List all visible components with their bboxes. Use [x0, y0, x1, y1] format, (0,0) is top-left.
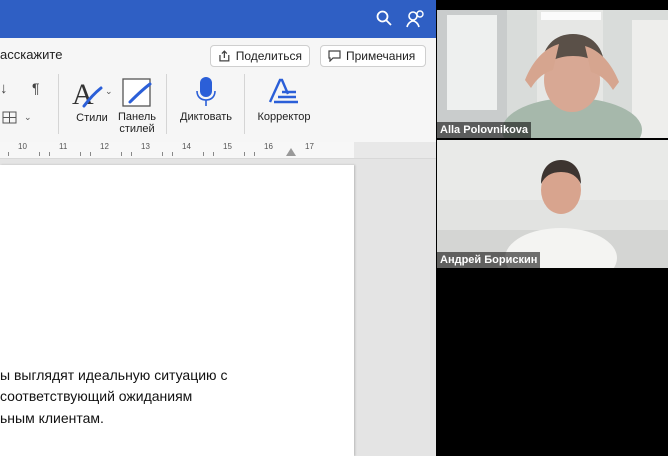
search-icon[interactable] — [376, 10, 392, 31]
divider — [58, 74, 59, 134]
participant-video — [437, 140, 668, 268]
microphone-icon[interactable] — [196, 76, 216, 113]
ribbon-toolbar — [0, 72, 436, 143]
video-tile-alla[interactable]: Alla Polovnikova — [437, 10, 668, 138]
ruler-tick — [213, 152, 214, 156]
ruler-tick — [39, 152, 40, 156]
document-page[interactable]: ы выглядят идеальную ситуацию с соответс… — [0, 165, 354, 456]
share-icon — [219, 50, 230, 62]
share-button[interactable]: Поделиться — [210, 45, 310, 67]
tell-me-field[interactable]: асскажите — [0, 47, 62, 62]
chevron-down-icon[interactable]: ⌄ — [24, 112, 32, 123]
styles-pane-icon[interactable] — [122, 78, 154, 113]
participant-name: Alla Polovnikova — [437, 122, 532, 138]
ruler-tick — [254, 152, 255, 156]
word-window: асскажите Поделиться Примечания ↓ ¶ ⌄ A … — [0, 0, 436, 456]
editor-label: Корректор — [257, 111, 311, 123]
comment-icon — [328, 50, 341, 62]
ruler[interactable]: 10 11 12 13 14 15 16 17 — [0, 142, 354, 159]
ruler-number: 17 — [305, 142, 314, 151]
sort-icon[interactable]: ↓ — [0, 80, 8, 97]
styles-pane-label-line1: Панель — [117, 111, 156, 123]
editor-icon[interactable] — [266, 76, 300, 113]
ruler-tick — [172, 152, 173, 156]
divider — [166, 74, 167, 134]
ruler-tick — [90, 152, 91, 156]
chevron-down-icon[interactable]: ⌄ — [105, 86, 113, 97]
ruler-tick — [162, 152, 163, 156]
styles-label: Стили — [76, 112, 108, 124]
share-label: Поделиться — [235, 49, 302, 63]
document-line: ьным клиентам. — [0, 410, 104, 426]
video-tile-andrey[interactable]: Андрей Борискин — [437, 140, 668, 268]
ruler-margin — [354, 142, 436, 159]
share-people-icon[interactable] — [406, 10, 426, 33]
ruler-tick — [244, 152, 245, 156]
title-bar — [0, 0, 436, 38]
ruler-number: 11 — [59, 142, 68, 151]
indent-marker[interactable] — [286, 148, 296, 156]
participant-name: Андрей Борискин — [437, 252, 541, 268]
ruler-number: 15 — [223, 142, 232, 151]
ruler-number: 16 — [264, 142, 273, 151]
dictate-label: Диктовать — [180, 111, 232, 123]
borders-icon[interactable] — [2, 111, 17, 124]
ruler-number: 10 — [18, 142, 27, 151]
ruler-number: 12 — [100, 142, 109, 151]
ruler-tick — [49, 152, 50, 156]
document-line: ы выглядят идеальную ситуацию с — [0, 367, 228, 383]
styles-pane-label: Панель стилей — [116, 111, 158, 135]
ruler-tick — [8, 152, 9, 156]
ruler-tick — [131, 152, 132, 156]
ruler-tick — [80, 152, 81, 156]
pilcrow-icon[interactable]: ¶ — [32, 80, 40, 96]
ruler-tick — [203, 152, 204, 156]
styles-icon[interactable]: A — [70, 78, 104, 115]
document-line: соответствующий ожиданиям — [0, 388, 193, 404]
divider — [244, 74, 245, 134]
comments-button[interactable]: Примечания — [320, 45, 426, 67]
comments-label: Примечания — [346, 49, 416, 63]
participant-video — [437, 10, 668, 138]
styles-pane-label-line2: стилей — [119, 123, 155, 135]
ruler-tick — [121, 152, 122, 156]
ruler-number: 14 — [182, 142, 191, 151]
ruler-number: 13 — [141, 142, 150, 151]
